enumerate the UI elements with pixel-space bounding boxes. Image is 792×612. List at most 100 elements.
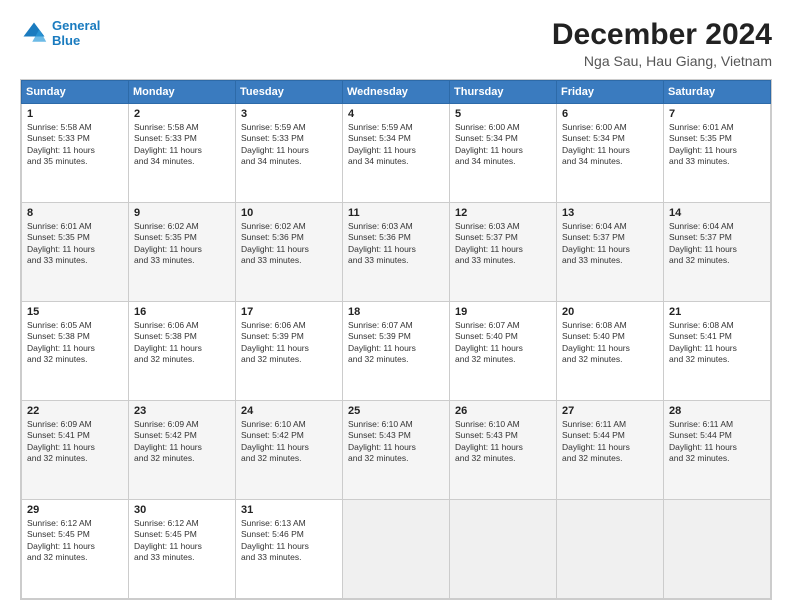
subtitle: Nga Sau, Hau Giang, Vietnam [552,53,772,69]
day-info: Sunrise: 5:59 AM Sunset: 5:33 PM Dayligh… [241,122,337,168]
calendar-cell [557,500,664,599]
calendar-week-2: 8 Sunrise: 6:01 AM Sunset: 5:35 PM Daylig… [22,203,771,302]
calendar-cell: 29 Sunrise: 6:12 AM Sunset: 5:45 PM Dayli… [22,500,129,599]
day-info: Sunrise: 5:58 AM Sunset: 5:33 PM Dayligh… [134,122,230,168]
day-number: 25 [348,405,444,417]
main-title: December 2024 [552,18,772,51]
calendar-cell: 10Sunrise: 6:02 AM Sunset: 5:36 PM Dayli… [236,203,343,302]
calendar-cell [450,500,557,599]
header-day-sunday: Sunday [22,81,129,104]
calendar-cell: 25 Sunrise: 6:10 AM Sunset: 5:43 PM Dayli… [343,401,450,500]
logo-icon [20,19,48,47]
calendar-cell: 16 Sunrise: 6:06 AM Sunset: 5:38 PM Dayli… [129,302,236,401]
logo-blue: Blue [52,33,100,48]
day-number: 12 [455,207,551,219]
calendar-table: SundayMondayTuesdayWednesdayThursdayFrid… [21,80,771,599]
header-day-monday: Monday [129,81,236,104]
day-info: Sunrise: 6:04 AM Sunset: 5:37 PM Dayligh… [669,221,765,267]
calendar-week-3: 15Sunrise: 6:05 AM Sunset: 5:38 PM Dayli… [22,302,771,401]
day-info: Sunrise: 6:03 AM Sunset: 5:36 PM Dayligh… [348,221,444,267]
day-number: 13 [562,207,658,219]
calendar-cell: 23 Sunrise: 6:09 AM Sunset: 5:42 PM Dayli… [129,401,236,500]
day-info: Sunrise: 6:07 AM Sunset: 5:39 PM Dayligh… [348,320,444,366]
calendar-header: SundayMondayTuesdayWednesdayThursdayFrid… [22,81,771,104]
calendar-cell: 15Sunrise: 6:05 AM Sunset: 5:38 PM Dayli… [22,302,129,401]
page: General Blue December 2024 Nga Sau, Hau … [0,0,792,612]
calendar-cell: 9Sunrise: 6:02 AM Sunset: 5:35 PM Daylig… [129,203,236,302]
day-number: 29 [27,504,123,516]
header-day-tuesday: Tuesday [236,81,343,104]
header-day-wednesday: Wednesday [343,81,450,104]
title-block: December 2024 Nga Sau, Hau Giang, Vietna… [552,18,772,69]
day-info: Sunrise: 6:12 AM Sunset: 5:45 PM Dayligh… [134,518,230,564]
calendar-cell: 3 Sunrise: 5:59 AM Sunset: 5:33 PM Daylig… [236,104,343,203]
calendar-cell: 8 Sunrise: 6:01 AM Sunset: 5:35 PM Daylig… [22,203,129,302]
day-number: 28 [669,405,765,417]
day-info: Sunrise: 6:03 AM Sunset: 5:37 PM Dayligh… [455,221,551,267]
day-info: Sunrise: 6:12 AM Sunset: 5:45 PM Dayligh… [27,518,123,564]
day-number: 2 [134,108,230,120]
calendar-cell: 13Sunrise: 6:04 AM Sunset: 5:37 PM Dayli… [557,203,664,302]
calendar-cell: 12 Sunrise: 6:03 AM Sunset: 5:37 PM Dayli… [450,203,557,302]
day-info: Sunrise: 6:06 AM Sunset: 5:38 PM Dayligh… [134,320,230,366]
day-info: Sunrise: 6:10 AM Sunset: 5:42 PM Dayligh… [241,419,337,465]
calendar-cell: 24 Sunrise: 6:10 AM Sunset: 5:42 PM Dayli… [236,401,343,500]
day-info: Sunrise: 6:13 AM Sunset: 5:46 PM Dayligh… [241,518,337,564]
calendar-week-1: 1Sunrise: 5:58 AM Sunset: 5:33 PM Daylig… [22,104,771,203]
calendar-cell: 18 Sunrise: 6:07 AM Sunset: 5:39 PM Dayli… [343,302,450,401]
calendar-cell: 11Sunrise: 6:03 AM Sunset: 5:36 PM Dayli… [343,203,450,302]
header-day-thursday: Thursday [450,81,557,104]
day-info: Sunrise: 6:00 AM Sunset: 5:34 PM Dayligh… [562,122,658,168]
day-info: Sunrise: 6:11 AM Sunset: 5:44 PM Dayligh… [669,419,765,465]
day-number: 23 [134,405,230,417]
calendar-cell [343,500,450,599]
day-number: 31 [241,504,337,516]
day-number: 8 [27,207,123,219]
day-info: Sunrise: 6:10 AM Sunset: 5:43 PM Dayligh… [348,419,444,465]
day-number: 19 [455,306,551,318]
day-info: Sunrise: 6:09 AM Sunset: 5:41 PM Dayligh… [27,419,123,465]
day-number: 3 [241,108,337,120]
logo-text: General Blue [52,18,100,48]
calendar-cell [664,500,771,599]
calendar-cell: 5 Sunrise: 6:00 AM Sunset: 5:34 PM Daylig… [450,104,557,203]
day-info: Sunrise: 5:59 AM Sunset: 5:34 PM Dayligh… [348,122,444,168]
day-number: 16 [134,306,230,318]
day-number: 20 [562,306,658,318]
header-row: SundayMondayTuesdayWednesdayThursdayFrid… [22,81,771,104]
day-number: 22 [27,405,123,417]
calendar-cell: 17Sunrise: 6:06 AM Sunset: 5:39 PM Dayli… [236,302,343,401]
day-info: Sunrise: 6:10 AM Sunset: 5:43 PM Dayligh… [455,419,551,465]
day-info: Sunrise: 6:01 AM Sunset: 5:35 PM Dayligh… [27,221,123,267]
header-day-saturday: Saturday [664,81,771,104]
day-number: 27 [562,405,658,417]
day-number: 10 [241,207,337,219]
day-info: Sunrise: 6:09 AM Sunset: 5:42 PM Dayligh… [134,419,230,465]
day-info: Sunrise: 6:00 AM Sunset: 5:34 PM Dayligh… [455,122,551,168]
calendar-cell: 22 Sunrise: 6:09 AM Sunset: 5:41 PM Dayli… [22,401,129,500]
header: General Blue December 2024 Nga Sau, Hau … [20,18,772,69]
calendar-body: 1Sunrise: 5:58 AM Sunset: 5:33 PM Daylig… [22,104,771,599]
calendar-cell: 1Sunrise: 5:58 AM Sunset: 5:33 PM Daylig… [22,104,129,203]
calendar-week-5: 29 Sunrise: 6:12 AM Sunset: 5:45 PM Dayli… [22,500,771,599]
day-number: 30 [134,504,230,516]
day-number: 21 [669,306,765,318]
header-day-friday: Friday [557,81,664,104]
calendar-cell: 30 Sunrise: 6:12 AM Sunset: 5:45 PM Dayli… [129,500,236,599]
day-info: Sunrise: 6:11 AM Sunset: 5:44 PM Dayligh… [562,419,658,465]
calendar-cell: 19Sunrise: 6:07 AM Sunset: 5:40 PM Dayli… [450,302,557,401]
day-number: 24 [241,405,337,417]
logo: General Blue [20,18,100,48]
day-number: 5 [455,108,551,120]
day-number: 4 [348,108,444,120]
calendar-cell: 4 Sunrise: 5:59 AM Sunset: 5:34 PM Daylig… [343,104,450,203]
day-info: Sunrise: 5:58 AM Sunset: 5:33 PM Dayligh… [27,122,123,168]
calendar-cell: 31 Sunrise: 6:13 AM Sunset: 5:46 PM Dayli… [236,500,343,599]
day-number: 18 [348,306,444,318]
day-number: 6 [562,108,658,120]
day-info: Sunrise: 6:05 AM Sunset: 5:38 PM Dayligh… [27,320,123,366]
day-info: Sunrise: 6:08 AM Sunset: 5:41 PM Dayligh… [669,320,765,366]
calendar-cell: 6 Sunrise: 6:00 AM Sunset: 5:34 PM Daylig… [557,104,664,203]
day-number: 26 [455,405,551,417]
day-info: Sunrise: 6:08 AM Sunset: 5:40 PM Dayligh… [562,320,658,366]
